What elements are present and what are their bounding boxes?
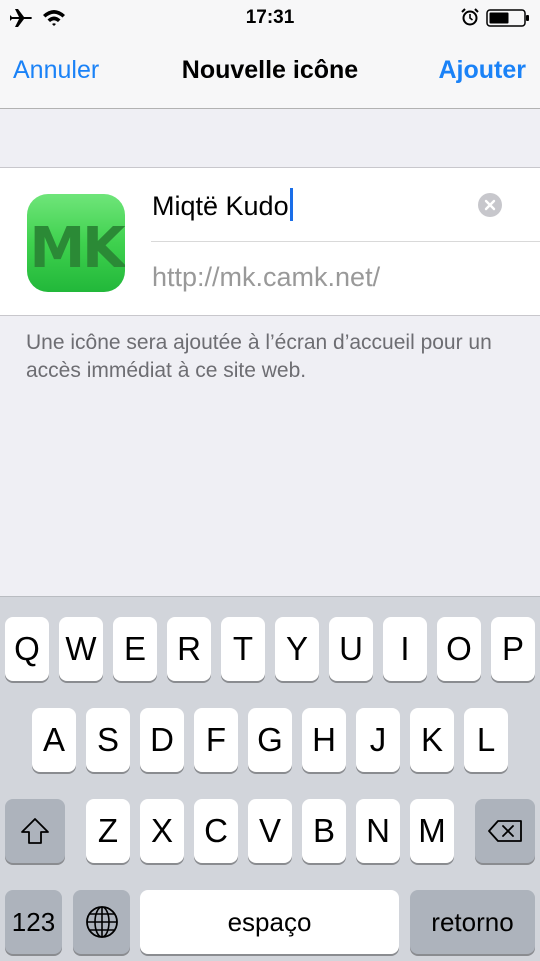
- key-c[interactable]: C: [194, 799, 238, 863]
- key-u[interactable]: U: [329, 617, 373, 681]
- bookmark-form: MK Miqtë Kudo http://mk.camk.net/: [0, 167, 540, 316]
- battery-icon: [486, 9, 530, 32]
- title-field[interactable]: Miqtë Kudo: [151, 168, 540, 242]
- key-q[interactable]: Q: [5, 617, 49, 681]
- key-z[interactable]: Z: [86, 799, 130, 863]
- key-l[interactable]: L: [464, 708, 508, 772]
- key-w[interactable]: W: [59, 617, 103, 681]
- navigation-bar: Annuler Nouvelle icône Ajouter: [0, 36, 540, 109]
- info-note: Une icône sera ajoutée à l’écran d’accue…: [26, 331, 492, 382]
- key-e[interactable]: E: [113, 617, 157, 681]
- alarm-icon: [461, 8, 479, 31]
- key-y[interactable]: Y: [275, 617, 319, 681]
- url-field: http://mk.camk.net/: [152, 262, 381, 292]
- space-key[interactable]: espaço: [140, 890, 399, 954]
- key-r[interactable]: R: [167, 617, 211, 681]
- shift-icon[interactable]: [5, 799, 65, 863]
- key-h[interactable]: H: [302, 708, 346, 772]
- globe-icon[interactable]: [73, 890, 130, 954]
- key-t[interactable]: T: [221, 617, 265, 681]
- key-n[interactable]: N: [356, 799, 400, 863]
- key-a[interactable]: A: [32, 708, 76, 772]
- key-j[interactable]: J: [356, 708, 400, 772]
- key-b[interactable]: B: [302, 799, 346, 863]
- key-o[interactable]: O: [437, 617, 481, 681]
- add-button[interactable]: Ajouter: [439, 56, 527, 85]
- key-s[interactable]: S: [86, 708, 130, 772]
- key-x[interactable]: X: [140, 799, 184, 863]
- cancel-button[interactable]: Annuler: [13, 56, 99, 85]
- delete-icon[interactable]: [475, 799, 535, 863]
- return-key[interactable]: retorno: [410, 890, 535, 954]
- clear-icon[interactable]: [478, 193, 502, 217]
- status-bar: 17:31: [0, 0, 540, 36]
- key-d[interactable]: D: [140, 708, 184, 772]
- title-input[interactable]: Miqtë Kudo: [152, 188, 293, 222]
- app-icon-preview: MK: [27, 194, 125, 292]
- numbers-key[interactable]: 123: [5, 890, 62, 954]
- key-v[interactable]: V: [248, 799, 292, 863]
- key-m[interactable]: M: [410, 799, 454, 863]
- text-caret: [289, 188, 293, 221]
- title-input-value: Miqtë Kudo: [152, 191, 289, 221]
- key-k[interactable]: K: [410, 708, 454, 772]
- app-icon-label: MK: [29, 216, 125, 281]
- status-time: 17:31: [245, 7, 295, 28]
- key-i[interactable]: I: [383, 617, 427, 681]
- keyboard: Q W E R T Y U I O P A S D F G H J K L Z …: [0, 596, 540, 961]
- key-f[interactable]: F: [194, 708, 238, 772]
- key-g[interactable]: G: [248, 708, 292, 772]
- key-p[interactable]: P: [491, 617, 535, 681]
